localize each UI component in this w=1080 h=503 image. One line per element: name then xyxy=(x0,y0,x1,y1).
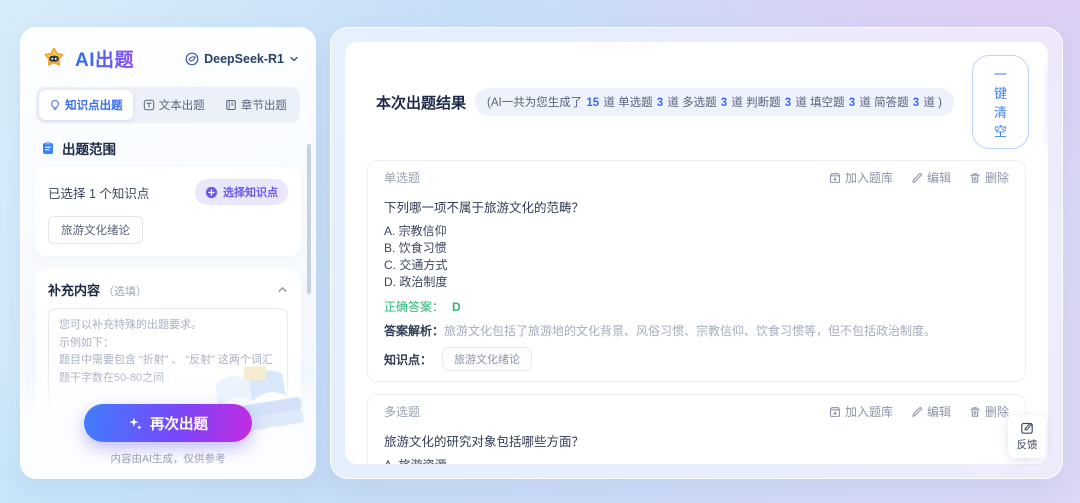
tab-text[interactable]: 文本出题 xyxy=(133,90,215,120)
tab-label: 章节出题 xyxy=(241,97,287,113)
option-d: D. 政治制度 xyxy=(384,274,1009,291)
results-panel-inner: 本次出题结果 (AI一共为您生成了 15 道 单选题 3 道 多选题 3 道 判… xyxy=(345,42,1048,464)
sparkle-icon xyxy=(128,416,143,431)
edit-action[interactable]: 编辑 xyxy=(911,169,951,186)
knowledge-tag: 旅游文化绪论 xyxy=(442,347,532,371)
tab-label: 文本出题 xyxy=(159,97,205,113)
scope-section-header: 出题范围 xyxy=(41,138,315,158)
supplement-optional-hint: （选填） xyxy=(103,283,147,299)
results-header: 本次出题结果 (AI一共为您生成了 15 道 单选题 3 道 多选题 3 道 判… xyxy=(367,42,1026,160)
option-list: A. 宗教信仰 B. 饮食习惯 C. 交通方式 D. 政治制度 xyxy=(384,223,1009,291)
delete-action[interactable]: 删除 xyxy=(969,403,1009,420)
add-to-bank-action[interactable]: 加入题库 xyxy=(829,169,893,186)
edit-action[interactable]: 编辑 xyxy=(911,403,951,420)
mode-tabs: 知识点出题 文本出题 章节出题 xyxy=(36,87,300,123)
option-b: B. 饮食习惯 xyxy=(384,240,1009,257)
robot-star-mascot-icon xyxy=(41,46,67,72)
analysis-label: 答案解析： xyxy=(384,324,444,338)
question-list: 单选题 加入题库 编辑 xyxy=(367,160,1026,464)
delete-action[interactable]: 删除 xyxy=(969,169,1009,186)
model-name: DeepSeek-R1 xyxy=(204,52,284,66)
results-panel: 本次出题结果 (AI一共为您生成了 15 道 单选题 3 道 多选题 3 道 判… xyxy=(330,27,1063,479)
answer-label: 正确答案： xyxy=(384,300,444,314)
trash-icon xyxy=(969,406,981,418)
chevron-down-icon xyxy=(289,54,299,64)
question-type-badge: 单选题 xyxy=(384,169,420,186)
analysis-text: 旅游文化包括了旅游地的文化背景、风俗习惯、宗教信仰、饮食习惯等，但不包括政治制度… xyxy=(444,324,936,338)
scope-section-title: 出题范围 xyxy=(62,138,116,158)
lightbulb-icon xyxy=(49,99,61,111)
pencil-icon xyxy=(911,172,923,184)
selected-knowledge-count: 已选择 1 个知识点 xyxy=(48,183,149,202)
plus-circle-icon xyxy=(205,186,218,199)
tab-label: 知识点出题 xyxy=(65,97,123,113)
book-icon xyxy=(225,99,237,111)
feedback-label: 反馈 xyxy=(1017,437,1038,452)
correct-answer-row: 正确答案： D xyxy=(384,298,1009,315)
clear-all-button[interactable]: 一键清空 xyxy=(972,55,1029,149)
clipboard-icon xyxy=(41,141,55,155)
sidebar-footer: 再次出题 内容由AI生成，仅供参考 xyxy=(21,374,315,478)
question-stem: 旅游文化的研究对象包括哪些方面？ xyxy=(384,431,1009,450)
trash-icon xyxy=(969,172,981,184)
results-title: 本次出题结果 xyxy=(376,92,466,113)
scope-card: 已选择 1 个知识点 选择知识点 旅游文化绪论 xyxy=(35,167,301,256)
question-stem: 下列哪一项不属于旅游文化的范畴？ xyxy=(384,197,1009,216)
generation-summary: (AI一共为您生成了 15 道 单选题 3 道 多选题 3 道 判断题 3 道 … xyxy=(475,88,954,116)
knowledge-row: 知识点： 旅游文化绪论 xyxy=(384,347,1009,371)
ai-disclaimer: 内容由AI生成，仅供参考 xyxy=(21,451,315,466)
text-icon xyxy=(143,99,155,111)
sidebar-header: AI出题 DeepSeek-R1 xyxy=(21,28,315,72)
question-card-1: 单选题 加入题库 编辑 xyxy=(367,160,1026,382)
select-knowledge-button[interactable]: 选择知识点 xyxy=(195,179,288,205)
select-knowledge-label: 选择知识点 xyxy=(223,184,278,200)
pencil-icon xyxy=(911,406,923,418)
deepseek-logo-icon xyxy=(185,52,199,66)
option-c: C. 交通方式 xyxy=(384,257,1009,274)
option-a: A. 旅游资源 xyxy=(384,457,1009,464)
supplement-title: 补充内容 xyxy=(48,280,100,299)
feedback-button[interactable]: 反馈 xyxy=(1008,415,1046,458)
config-sidebar: AI出题 DeepSeek-R1 知识点出题 文本出 xyxy=(20,27,316,479)
question-card-2: 多选题 加入题库 编辑 xyxy=(367,394,1026,464)
tab-chapter[interactable]: 章节出题 xyxy=(215,90,297,120)
app-title: AI出题 xyxy=(75,45,134,72)
add-to-bank-action[interactable]: 加入题库 xyxy=(829,403,893,420)
model-selector[interactable]: DeepSeek-R1 xyxy=(185,52,299,66)
tab-knowledge-point[interactable]: 知识点出题 xyxy=(39,90,133,120)
app-logo: AI出题 xyxy=(41,45,134,72)
collapse-toggle[interactable] xyxy=(277,284,288,295)
regenerate-label: 再次出题 xyxy=(150,413,208,434)
archive-box-icon xyxy=(829,172,841,184)
option-list: A. 旅游资源 B. 旅游者行为 C. 旅游政策 D. 旅游环境 E. 旅游经济 xyxy=(384,457,1009,464)
regenerate-button[interactable]: 再次出题 xyxy=(84,404,252,442)
chevron-up-icon xyxy=(277,284,288,295)
archive-box-icon xyxy=(829,406,841,418)
knowledge-tag: 旅游文化绪论 xyxy=(48,216,143,244)
sidebar-scrollbar[interactable] xyxy=(307,144,311,294)
knowledge-label: 知识点： xyxy=(384,351,432,368)
question-type-badge: 多选题 xyxy=(384,403,420,420)
edit-note-icon xyxy=(1020,421,1034,435)
option-a: A. 宗教信仰 xyxy=(384,223,1009,240)
analysis-row: 答案解析：旅游文化包括了旅游地的文化背景、风俗习惯、宗教信仰、饮食习惯等，但不包… xyxy=(384,323,1009,339)
answer-value: D xyxy=(452,300,461,314)
